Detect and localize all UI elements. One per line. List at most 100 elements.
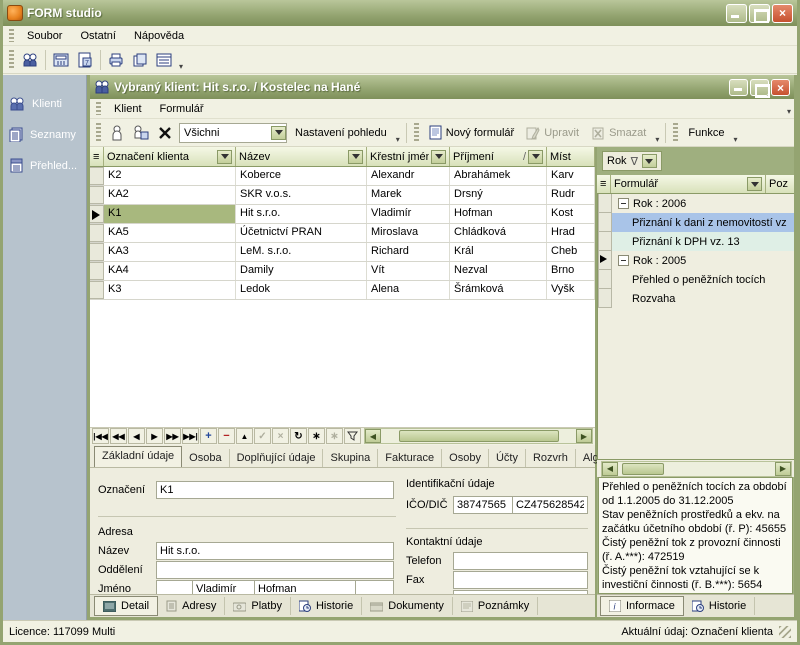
row-selector[interactable] (90, 224, 104, 242)
client-detail-icon[interactable] (105, 122, 129, 144)
cell-first-name[interactable]: Miroslava (367, 224, 450, 242)
client-copy-icon[interactable] (129, 122, 153, 144)
grid-horizontal-scrollbar[interactable]: ◀ ▶ (364, 428, 593, 444)
list-item[interactable]: Rozvaha (598, 289, 794, 308)
cell-city[interactable]: Hrad (547, 224, 595, 242)
cell-name[interactable]: Hit s.r.o. (236, 205, 367, 223)
cell-name[interactable]: Damily (236, 262, 367, 280)
table-row[interactable]: KA2 SKR v.o.s. Marek Drsný Rudr (90, 186, 595, 205)
print-icon[interactable] (104, 49, 128, 71)
column-header-name[interactable]: Název (236, 147, 367, 166)
cell-first-name[interactable]: Vít (367, 262, 450, 280)
prijmeni-field[interactable] (254, 580, 356, 595)
scroll-right-icon[interactable]: ▶ (576, 429, 592, 443)
toolbar-overflow-icon[interactable]: ▾ (730, 135, 740, 146)
cell-code[interactable]: K1 (104, 205, 236, 223)
tab-doplnujici-udaje[interactable]: Doplňující údaje (230, 449, 324, 467)
collapse-icon[interactable] (618, 255, 629, 266)
tab-osoby[interactable]: Osoby (442, 449, 489, 467)
cell-code[interactable]: KA5 (104, 224, 236, 242)
row-selector[interactable] (598, 289, 612, 308)
toolbar-grip[interactable] (9, 50, 14, 69)
table-row[interactable]: KA5 Účetnictví PRAN Miroslava Chládková … (90, 224, 595, 243)
row-selector[interactable] (90, 167, 104, 185)
tab-osoba[interactable]: Osoba (182, 449, 229, 467)
cell-code[interactable]: KA3 (104, 243, 236, 261)
scroll-right-icon[interactable]: ▶ (775, 462, 791, 476)
scrollbar-thumb[interactable] (622, 463, 664, 475)
cell-first-name[interactable]: Alena (367, 281, 450, 299)
row-selector[interactable] (598, 270, 612, 289)
chevron-down-icon[interactable] (271, 126, 286, 140)
edit-form-button[interactable]: Upravit (520, 122, 585, 144)
view-settings-button[interactable]: Nastavení pohledu (289, 122, 393, 144)
forms-icon[interactable]: 7 (73, 49, 97, 71)
cell-code[interactable]: KA2 (104, 186, 236, 204)
grid-menu-icon[interactable]: ≡ (90, 147, 104, 166)
sidebar-item-seznamy[interactable]: Seznamy (3, 119, 86, 150)
tab-skupina[interactable]: Skupina (323, 449, 378, 467)
nav-refresh-button[interactable]: ↻ (290, 428, 307, 444)
tab-adresy[interactable]: Adresy (158, 597, 225, 615)
nav-insert-button[interactable]: + (200, 428, 217, 444)
cell-first-name[interactable]: Richard (367, 243, 450, 261)
list-item-selected[interactable]: Přiznání k dani z nemovitostí vz (598, 213, 794, 232)
menu-napoveda[interactable]: Nápověda (125, 28, 193, 44)
column-header-code[interactable]: Označení klienta (104, 147, 236, 166)
panel-horizontal-scrollbar[interactable]: ◀ ▶ (601, 461, 792, 477)
sidebar-item-klienti[interactable]: Klienti (3, 89, 86, 119)
cell-city[interactable]: Rudr (547, 186, 595, 204)
titul-field[interactable] (156, 580, 193, 595)
oznaceni-field[interactable] (156, 481, 394, 499)
copy-icon[interactable] (128, 49, 152, 71)
client-close-button[interactable]: × (771, 79, 790, 96)
nav-next-button[interactable]: ▶ (146, 428, 163, 444)
cell-last-name[interactable]: Hofman (450, 205, 547, 223)
resize-grip-icon[interactable] (779, 626, 791, 638)
tab-poznamky[interactable]: Poznámky (453, 597, 538, 615)
tab-panel-historie[interactable]: Historie (684, 597, 755, 615)
calculator-icon[interactable] (49, 49, 73, 71)
functions-button[interactable]: Funkce (682, 122, 730, 144)
filter-combobox[interactable]: Všichni (179, 123, 287, 143)
nav-post-button[interactable]: ✓ (254, 428, 271, 444)
collapse-icon[interactable] (618, 198, 629, 209)
telefon-field[interactable] (453, 552, 588, 570)
row-selector[interactable] (90, 281, 104, 299)
cell-code[interactable]: K3 (104, 281, 236, 299)
row-selector[interactable] (598, 213, 612, 232)
form-toolbar-grip[interactable] (414, 123, 419, 142)
cell-code[interactable]: K2 (104, 167, 236, 185)
cell-name[interactable]: Účetnictví PRAN (236, 224, 367, 242)
tab-informace[interactable]: i Informace (600, 596, 684, 616)
chevron-down-icon[interactable] (528, 150, 543, 164)
cell-last-name[interactable]: Nezval (450, 262, 547, 280)
client-delete-icon[interactable] (153, 122, 177, 144)
sidebar-item-prehled[interactable]: Přehled... (3, 150, 86, 181)
client-minimize-button[interactable] (729, 79, 748, 96)
cell-first-name[interactable]: Marek (367, 186, 450, 204)
menu-klient[interactable]: Klient (105, 101, 151, 117)
filter-icon[interactable] (344, 428, 361, 444)
tab-zakladni-udaje[interactable]: Základní údaje (94, 446, 182, 467)
cell-last-name[interactable]: Chládková (450, 224, 547, 242)
row-selector[interactable] (598, 251, 612, 270)
tab-platby[interactable]: Platby (225, 597, 291, 615)
nav-goto-button[interactable]: ∗ (326, 428, 343, 444)
tab-rozvrh[interactable]: Rozvrh (526, 449, 576, 467)
close-button[interactable]: × (772, 4, 793, 23)
scroll-left-icon[interactable]: ◀ (365, 429, 381, 443)
jmeno-field[interactable] (192, 580, 255, 595)
chevron-down-icon[interactable] (348, 150, 363, 164)
row-selector[interactable] (90, 262, 104, 280)
chevron-down-icon[interactable] (431, 150, 446, 164)
nav-bookmark-button[interactable]: ∗ (308, 428, 325, 444)
menu-formular[interactable]: Formulář (151, 101, 213, 117)
cell-city[interactable]: Cheb (547, 243, 595, 261)
table-row[interactable]: K2 Koberce Alexandr Abrahámek Karv (90, 167, 595, 186)
group-by-rok-button[interactable]: Rok ∇ (602, 151, 662, 171)
column-header-last-name[interactable]: Příjmení / (450, 147, 547, 166)
new-form-button[interactable]: Nový formulář (423, 122, 520, 144)
cell-city[interactable]: Kost (547, 205, 595, 223)
cell-city[interactable]: Vyšk (547, 281, 595, 299)
